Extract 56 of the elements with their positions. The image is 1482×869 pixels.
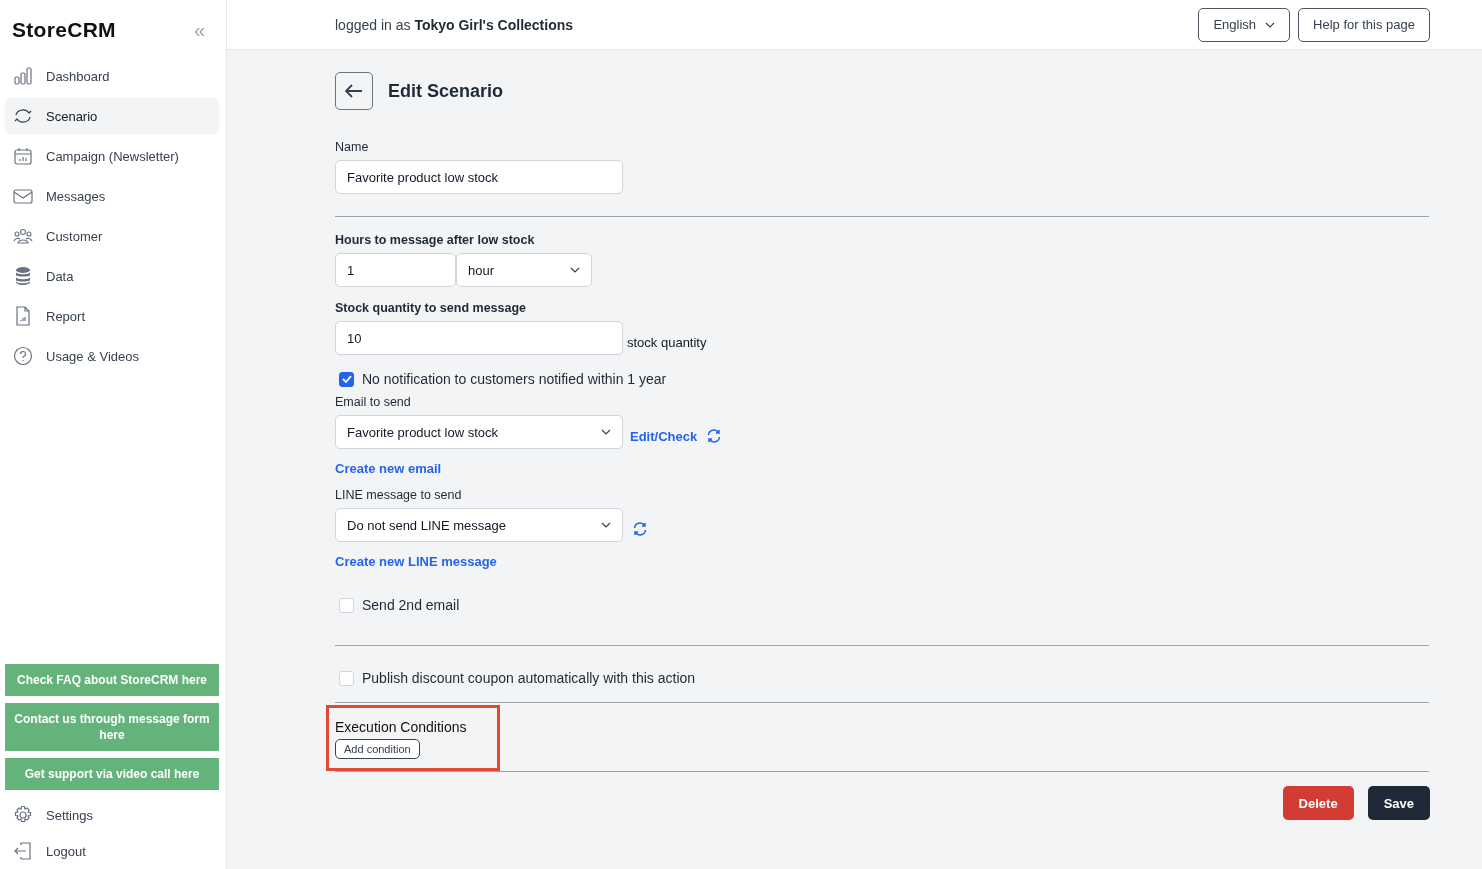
checkbox[interactable] — [339, 371, 354, 387]
field-label: Name — [335, 140, 369, 154]
sidebar-item[interactable]: Data — [5, 258, 219, 294]
chevron-down-icon — [1265, 21, 1276, 28]
document-icon — [13, 306, 33, 326]
checkbox-label: Publish discount coupon automatically with this action — [362, 670, 696, 686]
unit-label: stock quantity — [627, 335, 707, 350]
line-message-dropdown[interactable]: Do not send LINE message — [335, 508, 623, 542]
chevron-down-icon — [601, 429, 611, 435]
email-dropdown[interactable]: Favorite product low stock — [335, 415, 623, 449]
refresh-icon[interactable] — [707, 429, 722, 443]
sidebar-item[interactable]: Usage & Videos — [5, 338, 219, 374]
people-icon — [13, 226, 33, 246]
back-arrow-icon — [345, 84, 363, 98]
sidebar-item[interactable]: Customer — [5, 218, 219, 254]
help-button[interactable]: Help for this page — [1298, 7, 1430, 42]
create-line-message-link[interactable]: Create new LINE message — [335, 554, 497, 569]
unit-dropdown[interactable]: hour — [456, 253, 592, 287]
logo: StoreCRM — [12, 18, 116, 42]
checkbox-label: Send 2nd email — [362, 597, 460, 613]
chevron-down-icon — [570, 267, 580, 273]
refresh-icon[interactable] — [633, 522, 647, 536]
create-email-link[interactable]: Create new email — [335, 461, 442, 476]
sidebar-item[interactable]: Logout — [5, 833, 219, 869]
checkbox-label: No notification to customers notified within 1 year — [362, 371, 667, 387]
hours-field[interactable]: 1 — [335, 253, 456, 287]
field-label: LINE message to send — [335, 488, 462, 502]
sidebar-item[interactable]: Messages — [5, 178, 219, 214]
name-field[interactable]: Favorite product low stock — [335, 160, 623, 194]
bar-chart-icon — [13, 66, 33, 86]
sidebar-item[interactable]: Settings — [5, 797, 219, 833]
field-label: Email to send — [335, 395, 411, 409]
envelope-icon — [13, 186, 33, 206]
chevron-down-icon — [601, 522, 611, 528]
calendar-icon — [13, 146, 33, 166]
field-label: Stock quantity to send message — [335, 301, 527, 315]
refresh-icon — [13, 106, 33, 126]
sidebar-item[interactable]: Report — [5, 298, 219, 334]
login-status: logged in as Tokyo Girl's Collections — [335, 16, 574, 33]
logout-icon — [13, 841, 33, 861]
page-title: Edit Scenario — [388, 80, 504, 102]
help-icon — [13, 346, 33, 366]
sidebar-item[interactable]: Campaign (Newsletter) — [5, 138, 219, 174]
database-icon — [13, 266, 33, 286]
back-button[interactable] — [335, 72, 373, 110]
language-dropdown[interactable]: English — [1198, 7, 1291, 42]
sidebar-item[interactable]: Dashboard — [5, 58, 219, 94]
add-condition-button[interactable]: Add condition — [335, 739, 420, 759]
section-title: Execution Conditions — [335, 719, 467, 735]
save-button[interactable]: Save — [1367, 786, 1430, 820]
edit-check-link[interactable]: Edit/Check — [630, 428, 698, 444]
sidebar-item[interactable]: Scenario — [5, 98, 219, 134]
field-label: Hours to message after low stock — [335, 233, 535, 247]
settings-icon — [13, 805, 33, 825]
stock-quantity-field[interactable]: 10 — [335, 321, 623, 355]
delete-button[interactable]: Delete — [1282, 786, 1354, 820]
